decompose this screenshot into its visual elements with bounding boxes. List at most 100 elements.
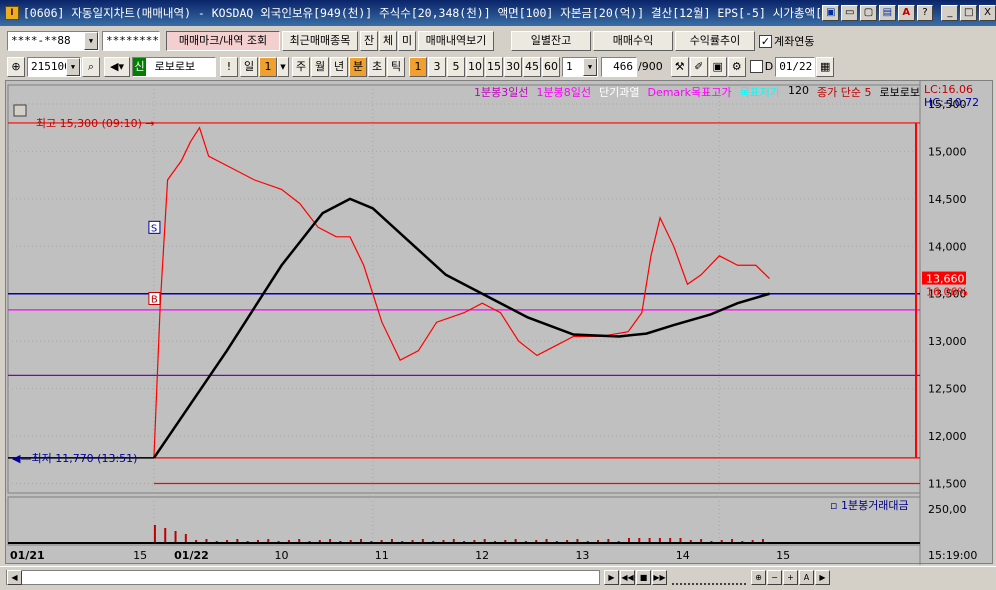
interval-1[interactable]: 1	[409, 56, 427, 77]
account-link-checkbox[interactable]: ✓	[759, 34, 772, 48]
tool-icon-4[interactable]: ▤	[878, 5, 896, 21]
legend-120[interactable]: 120	[788, 84, 809, 100]
trade-profit-button[interactable]: 매매수익	[593, 31, 673, 51]
zoom-slider[interactable]	[672, 570, 746, 585]
interval-45[interactable]: 45	[523, 56, 541, 77]
x-tick-label: 12	[475, 549, 489, 562]
chart-tools-icon[interactable]: ✐	[689, 56, 708, 77]
scroll-right-icon[interactable]: ▶	[815, 570, 830, 585]
date-input[interactable]: 01/22	[775, 56, 816, 77]
period-year[interactable]: 년	[330, 56, 348, 77]
close-button[interactable]: X	[979, 5, 996, 21]
data-count-total: /900	[638, 60, 663, 73]
interval-60[interactable]: 60	[542, 56, 560, 77]
volume-bar	[174, 531, 177, 543]
stock-code-input[interactable]: 215100 ▼	[27, 56, 81, 77]
x-tick-label: 01/21	[10, 549, 45, 562]
play-icon[interactable]: ▶	[604, 570, 619, 585]
lock-icon[interactable]: ⊕	[7, 56, 25, 77]
tool-icon-3[interactable]: ▢	[860, 5, 877, 21]
legend-target[interactable]: 목표저가	[740, 84, 780, 100]
tab-unfilled[interactable]: 미	[398, 31, 416, 51]
maximize-button[interactable]: □	[960, 5, 978, 21]
tab-executed[interactable]: 체	[379, 31, 397, 51]
save-icon[interactable]: ▣	[708, 56, 727, 77]
rewind-icon[interactable]: ◀◀	[620, 570, 635, 585]
account-toolbar: ****-**88 ▼ ******** 매매마크/내역 조회 최근매매종목 잔…	[0, 29, 996, 53]
period-number[interactable]: 1	[259, 56, 277, 77]
plus-icon[interactable]: +	[783, 570, 798, 585]
account-value: ****-**88	[11, 34, 71, 47]
return-trend-button[interactable]: 수익률추이	[675, 31, 755, 51]
period-dropdown[interactable]: ▼	[277, 56, 289, 77]
interval-select[interactable]: 1 ▼	[562, 56, 598, 77]
current-pct: 16.06%	[926, 286, 968, 299]
tab-balance[interactable]: 잔	[360, 31, 378, 51]
x-tick-label: 13	[575, 549, 589, 562]
interval-30[interactable]: 30	[504, 56, 522, 77]
title-bar: I [0606] 자동일지차트(매매내역) - KOSDAQ 외국인보유[949…	[0, 0, 996, 26]
stop-icon[interactable]: ■	[636, 570, 651, 585]
interval-10[interactable]: 10	[466, 56, 484, 77]
chevron-down-icon[interactable]: ▼	[583, 57, 597, 76]
settings-icon	[13, 104, 27, 117]
y-tick-label: 14,500	[928, 193, 967, 206]
daily-balance-button[interactable]: 일별잔고	[511, 31, 591, 51]
trade-mark-query-button[interactable]: 매매마크/내역 조회	[166, 31, 280, 51]
calendar-icon[interactable]: ▦	[816, 56, 835, 77]
interval-5[interactable]: 5	[447, 56, 465, 77]
legend-demark[interactable]: Demark목표고가	[647, 84, 731, 100]
help-button[interactable]: ?	[916, 5, 934, 21]
playback-controls: ▶ ◀◀ ■ ▶▶ ⊕ − + A ▶	[604, 570, 830, 585]
font-icon[interactable]: A	[897, 5, 915, 21]
interval-value: 1	[566, 59, 573, 73]
minimize-button[interactable]: _	[941, 5, 959, 21]
legend-close[interactable]: 종가 단순 5	[817, 84, 871, 100]
price-chart[interactable]: 15,50015,00014,50014,00013,50013,00012,5…	[6, 81, 994, 565]
window-title: [0606] 자동일지차트(매매내역) - KOSDAQ 외국인보유[949(천…	[22, 6, 821, 20]
legend-ma8[interactable]: 1분봉8일선	[537, 84, 591, 100]
high-annotation: 최고 15,300 (09:10) →	[36, 117, 155, 130]
legend-ma3[interactable]: 1분봉3일선	[474, 84, 528, 100]
scroll-left-icon[interactable]: ◀	[7, 570, 22, 585]
search-icon[interactable]: ⌕	[82, 56, 100, 77]
gear-icon[interactable]: ⚙	[727, 56, 746, 77]
account-select[interactable]: ****-**88 ▼	[7, 31, 99, 51]
volume-bar	[184, 534, 187, 543]
stock-name: 로보로보	[154, 59, 196, 73]
legend-stock[interactable]: 로보로보	[880, 84, 920, 100]
period-month[interactable]: 월	[311, 56, 329, 77]
legend-short-over[interactable]: 단기과열	[599, 84, 639, 100]
chevron-down-icon[interactable]: ▼	[84, 32, 98, 50]
hc-readout: HC:-10.72	[924, 96, 979, 109]
interval-3[interactable]: 3	[428, 56, 446, 77]
volume-legend: ▫ 1분봉거래대금	[830, 499, 909, 512]
period-tick[interactable]: 틱	[387, 56, 405, 77]
data-count-field[interactable]: 466	[601, 56, 637, 77]
period-minute[interactable]: 분	[349, 56, 367, 77]
horizontal-scroll-track[interactable]: ◀	[6, 570, 600, 585]
password-field[interactable]: ********	[102, 31, 160, 51]
chart-panel[interactable]: 15,500 15,000 14,500 14,000 13,500 13,000 12,5…	[5, 80, 994, 565]
tool-icon-1[interactable]: ▣	[822, 5, 840, 21]
minus-icon[interactable]: −	[767, 570, 782, 585]
forward-icon[interactable]: ▶▶	[652, 570, 667, 585]
date-checkbox[interactable]	[749, 60, 763, 73]
alert-icon[interactable]: !	[220, 56, 238, 77]
text-icon[interactable]: A	[799, 570, 814, 585]
chevron-down-icon[interactable]: ▼	[66, 57, 80, 76]
y-tick-label: 12,500	[928, 383, 967, 396]
interval-15[interactable]: 15	[485, 56, 503, 77]
tool-icon-2[interactable]: ▭	[841, 5, 859, 21]
y-tick-label: 15,000	[928, 145, 967, 158]
recent-trades-button[interactable]: 최근매매종목	[282, 31, 358, 51]
period-week[interactable]: 주	[292, 56, 310, 77]
tools-icon[interactable]: ⚒	[670, 56, 689, 77]
trade-history-button[interactable]: 매매내역보기	[418, 31, 494, 51]
volume-bar	[164, 528, 167, 543]
period-day[interactable]: 일	[240, 56, 258, 77]
speaker-icon[interactable]: ◀▾	[104, 56, 130, 77]
zoom-icon[interactable]: ⊕	[751, 570, 766, 585]
period-second[interactable]: 초	[368, 56, 386, 77]
plot-area	[7, 84, 921, 494]
